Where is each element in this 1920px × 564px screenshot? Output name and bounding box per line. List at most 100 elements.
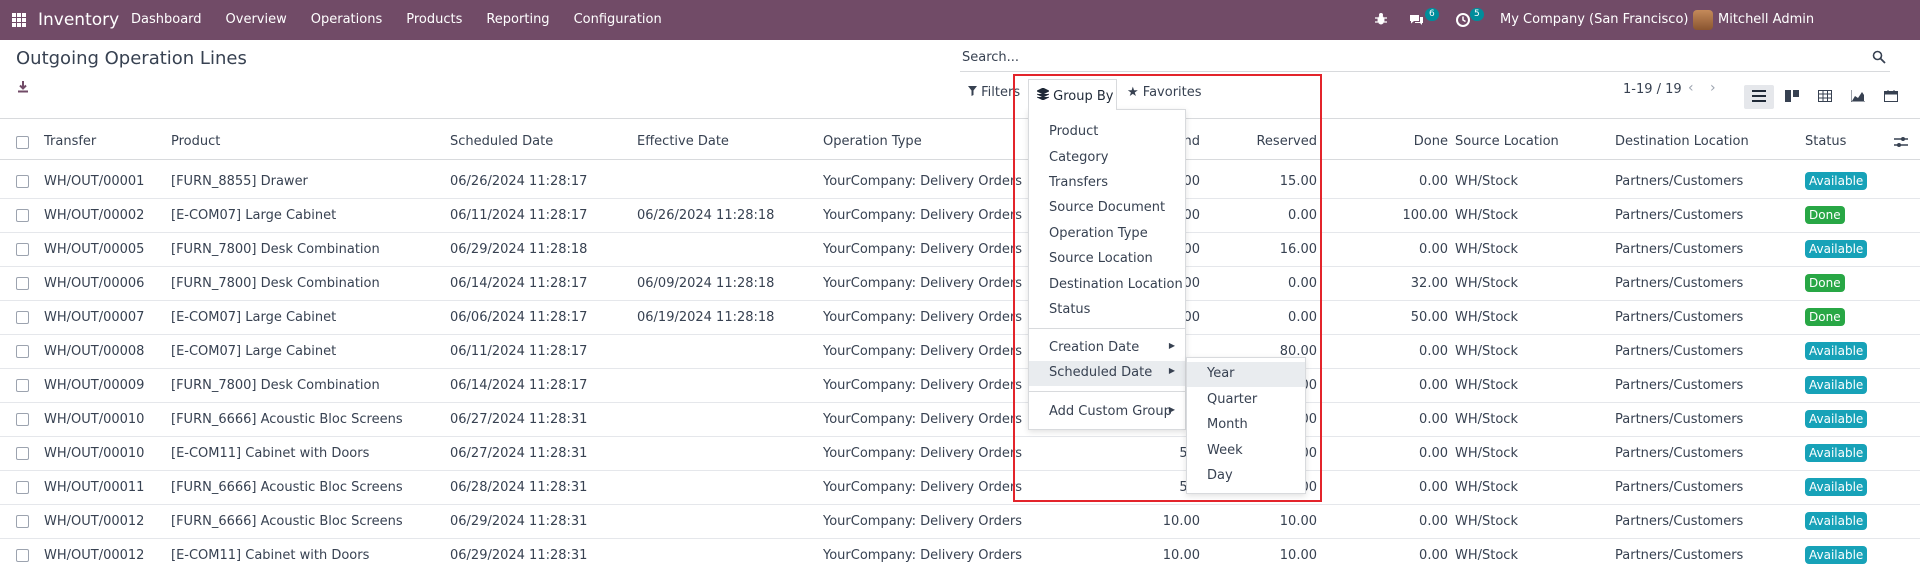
cell-operation-type: YourCompany: Delivery Orders [823, 208, 1022, 223]
row-checkbox[interactable] [16, 549, 29, 562]
menu-products[interactable]: Products [406, 0, 462, 40]
table-row[interactable]: WH/OUT/00012 [E-COM11] Cabinet with Doors… [0, 539, 1920, 564]
groupby-transfers[interactable]: Transfers [1029, 171, 1185, 196]
cell-destination-location: Partners/Customers [1615, 344, 1744, 359]
table-row[interactable]: WH/OUT/00008 [E-COM07] Large Cabinet 06/11… [0, 335, 1920, 369]
cell-destination-location: Partners/Customers [1615, 480, 1744, 495]
row-checkbox[interactable] [16, 243, 29, 256]
groupby-source-document[interactable]: Source Document [1029, 196, 1185, 221]
submenu-year[interactable]: Year [1187, 362, 1305, 387]
main-menu: Dashboard Overview Operations Products R… [131, 0, 686, 40]
table-row[interactable]: WH/OUT/00011 [FURN_6666] Acoustic Bloc Sc… [0, 471, 1920, 505]
column-transfer[interactable]: Transfer [44, 134, 96, 149]
search-icon[interactable] [1872, 50, 1886, 64]
graph-view-button[interactable] [1843, 85, 1873, 109]
cell-operation-type: YourCompany: Delivery Orders [823, 514, 1022, 529]
row-checkbox[interactable] [16, 413, 29, 426]
row-checkbox[interactable] [16, 447, 29, 460]
menu-dashboard[interactable]: Dashboard [131, 0, 202, 40]
column-status[interactable]: Status [1805, 134, 1846, 149]
groupby-operation-type[interactable]: Operation Type [1029, 222, 1185, 247]
column-reserved[interactable]: Reserved [1217, 134, 1317, 149]
kanban-view-button[interactable] [1777, 85, 1807, 109]
submenu-day[interactable]: Day [1187, 464, 1305, 489]
top-navbar: Inventory Dashboard Overview Operations … [0, 0, 1920, 67]
submenu-month[interactable]: Month [1187, 413, 1305, 438]
cell-source-location: WH/Stock [1455, 242, 1518, 257]
row-checkbox[interactable] [16, 515, 29, 528]
pager-next-icon[interactable]: › [1710, 80, 1716, 96]
status-badge: Available [1805, 342, 1868, 360]
cell-effective-date: 06/09/2024 11:28:18 [637, 276, 775, 291]
row-checkbox[interactable] [16, 345, 29, 358]
download-icon[interactable] [16, 80, 30, 94]
row-checkbox[interactable] [16, 481, 29, 494]
company-switcher[interactable]: My Company (San Francisco) [1500, 0, 1688, 40]
table-row[interactable]: WH/OUT/00005 [FURN_7800] Desk Combination… [0, 233, 1920, 267]
table-row[interactable]: WH/OUT/00009 [FURN_7800] Desk Combination… [0, 369, 1920, 403]
search-input[interactable] [960, 44, 1840, 70]
cell-source-location: WH/Stock [1455, 514, 1518, 529]
table-row[interactable]: WH/OUT/00010 [FURN_6666] Acoustic Bloc Sc… [0, 403, 1920, 437]
cell-destination-location: Partners/Customers [1615, 310, 1744, 325]
column-destination-location[interactable]: Destination Location [1615, 134, 1749, 149]
table-row[interactable]: WH/OUT/00001 [FURN_8855] Drawer 06/26/2024… [0, 165, 1920, 199]
cell-operation-type: YourCompany: Delivery Orders [823, 310, 1022, 325]
table-row[interactable]: WH/OUT/00012 [FURN_6666] Acoustic Bloc Sc… [0, 505, 1920, 539]
table-row[interactable]: WH/OUT/00006 [FURN_7800] Desk Combination… [0, 267, 1920, 301]
groupby-category[interactable]: Category [1029, 146, 1185, 171]
calendar-view-button[interactable] [1876, 85, 1906, 109]
add-custom-group[interactable]: Add Custom Group ▶ [1029, 400, 1185, 425]
groupby-product[interactable]: Product [1029, 120, 1185, 145]
user-avatar[interactable] [1693, 10, 1713, 30]
groupby-creation-date[interactable]: Creation Date ▶ [1029, 336, 1185, 361]
cell-operation-type: YourCompany: Delivery Orders [823, 412, 1022, 427]
menu-configuration[interactable]: Configuration [574, 0, 662, 40]
optional-columns-icon[interactable] [1894, 136, 1908, 148]
row-checkbox[interactable] [16, 209, 29, 222]
cell-effective-date: 06/26/2024 11:28:18 [637, 208, 775, 223]
groupby-source-location[interactable]: Source Location [1029, 247, 1185, 272]
table-row[interactable]: WH/OUT/00002 [E-COM07] Large Cabinet 06/11… [0, 199, 1920, 233]
bug-icon[interactable] [1374, 12, 1388, 26]
row-checkbox[interactable] [16, 175, 29, 188]
cell-scheduled-date: 06/27/2024 11:28:31 [450, 412, 588, 427]
submenu-quarter[interactable]: Quarter [1187, 388, 1305, 413]
cell-done: 0.00 [1419, 174, 1448, 189]
column-scheduled-date[interactable]: Scheduled Date [450, 134, 553, 149]
pivot-view-button[interactable] [1810, 85, 1840, 109]
group-by-button[interactable]: Group By [1028, 79, 1117, 110]
column-product[interactable]: Product [171, 134, 220, 149]
cell-transfer: WH/OUT/00006 [44, 276, 145, 291]
row-checkbox[interactable] [16, 311, 29, 324]
filters-button[interactable]: Filters [968, 85, 1020, 100]
messages-icon[interactable] [1409, 13, 1424, 27]
cell-done: 0.00 [1419, 514, 1448, 529]
select-all-checkbox[interactable] [16, 136, 29, 149]
column-source-location[interactable]: Source Location [1455, 134, 1559, 149]
pager-value[interactable]: 1-19 / 19 [1623, 82, 1682, 97]
apps-menu-icon[interactable] [12, 13, 26, 27]
column-done[interactable]: Done [1348, 134, 1448, 149]
submenu-week[interactable]: Week [1187, 439, 1305, 464]
table-row[interactable]: WH/OUT/00007 [E-COM07] Large Cabinet 06/06… [0, 301, 1920, 335]
groupby-destination-location[interactable]: Destination Location [1029, 273, 1185, 298]
column-operation-type[interactable]: Operation Type [823, 134, 922, 149]
menu-operations[interactable]: Operations [311, 0, 382, 40]
row-checkbox[interactable] [16, 379, 29, 392]
cell-destination-location: Partners/Customers [1615, 412, 1744, 427]
column-effective-date[interactable]: Effective Date [637, 134, 729, 149]
row-checkbox[interactable] [16, 277, 29, 290]
menu-reporting[interactable]: Reporting [486, 0, 549, 40]
list-view-button[interactable] [1744, 85, 1774, 109]
groupby-scheduled-date[interactable]: Scheduled Date ▶ [1029, 361, 1185, 386]
menu-overview[interactable]: Overview [226, 0, 287, 40]
app-name[interactable]: Inventory [38, 0, 119, 40]
cell-scheduled-date: 06/29/2024 11:28:18 [450, 242, 588, 257]
pager-previous-icon[interactable]: ‹ [1688, 80, 1694, 96]
groupby-status[interactable]: Status [1029, 298, 1185, 323]
favorites-button[interactable]: ★ Favorites [1127, 85, 1202, 100]
activity-clock-icon[interactable] [1456, 13, 1470, 27]
cell-effective-date: 06/19/2024 11:28:18 [637, 310, 775, 325]
table-row[interactable]: WH/OUT/00010 [E-COM11] Cabinet with Doors… [0, 437, 1920, 471]
